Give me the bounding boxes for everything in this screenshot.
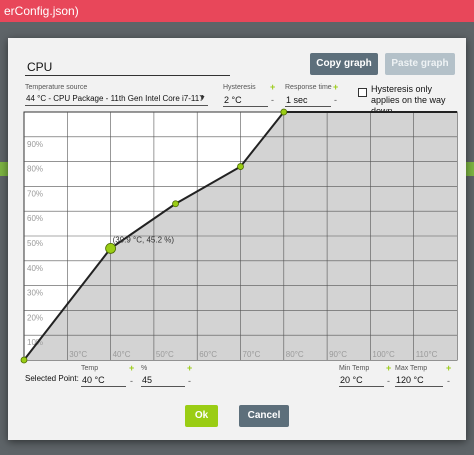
fan-curve-graph[interactable]: 90%80%70%60%50%40%30%20%10%30°C 40°C 50°C 6…	[20, 108, 458, 364]
selected-temp-decrement-button[interactable]: -	[130, 376, 133, 386]
response-time-field[interactable]: 1 sec	[285, 94, 331, 107]
y-tick-label: 60%	[27, 214, 43, 223]
window-title: erConfig.json)	[4, 4, 79, 18]
hysteresis-decrement-button[interactable]: -	[271, 95, 274, 105]
response-time-label: Response time	[285, 84, 332, 91]
y-tick-label: 90%	[27, 140, 43, 149]
selected-point-tooltip: (39.9 °C, 45.2 %)	[113, 235, 175, 244]
min-temp-value: 20 °C	[340, 375, 363, 385]
curve-name-input[interactable]	[25, 58, 230, 76]
background-accent-right	[466, 162, 474, 176]
hysteresis-value: 2 °C	[224, 95, 242, 105]
min-temp-increment-button[interactable]: +	[386, 363, 391, 373]
fan-curve-dialog: Copy graph Paste graph Temperature sourc…	[8, 38, 466, 440]
x-tick-label: 110°C	[416, 350, 438, 359]
y-tick-label: 80%	[27, 165, 43, 174]
min-temp-label: Min Temp	[339, 365, 370, 372]
ok-button[interactable]: Ok	[185, 405, 218, 427]
temp-source-select[interactable]: 44 °C - CPU Package - 11th Gen Intel Cor…	[25, 93, 208, 106]
min-temp-field[interactable]: 20 °C	[339, 374, 384, 387]
selected-pct-increment-button[interactable]: +	[187, 363, 192, 373]
copy-graph-button[interactable]: Copy graph	[310, 53, 378, 75]
hysteresis-down-checkbox[interactable]	[358, 88, 367, 97]
selected-temp-value: 40 °C	[82, 375, 105, 385]
selected-pct-decrement-button[interactable]: -	[188, 376, 191, 386]
title-bar: erConfig.json)	[0, 0, 474, 22]
curve-point[interactable]	[237, 163, 244, 170]
x-tick-label: 50°C	[156, 350, 174, 359]
hysteresis-field[interactable]: 2 °C	[223, 94, 268, 107]
response-time-decrement-button[interactable]: -	[334, 95, 337, 105]
max-temp-value: 120 °C	[396, 375, 424, 385]
max-temp-increment-button[interactable]: +	[446, 363, 451, 373]
selected-point-label: Selected Point:	[25, 374, 79, 383]
selected-pct-field[interactable]: 45	[141, 374, 185, 387]
min-temp-decrement-button[interactable]: -	[387, 376, 390, 386]
max-temp-label: Max Temp	[395, 365, 428, 372]
x-tick-label: 70°C	[243, 350, 261, 359]
selected-temp-label: Temp	[81, 365, 99, 372]
chevron-down-icon[interactable]: ▼	[199, 95, 206, 102]
hysteresis-label: Hysteresis	[223, 84, 256, 91]
x-tick-label: 90°C	[329, 350, 347, 359]
x-tick-label: 60°C	[199, 350, 217, 359]
response-time-increment-button[interactable]: +	[333, 82, 338, 92]
curve-point[interactable]	[172, 200, 179, 208]
selected-temp-increment-button[interactable]: +	[129, 363, 134, 373]
x-tick-label: 80°C	[286, 350, 304, 359]
curve-point[interactable]	[20, 356, 28, 364]
temp-source-value: 44 °C - CPU Package - 11th Gen Intel Cor…	[26, 94, 204, 103]
cancel-button[interactable]: Cancel	[239, 405, 289, 427]
selected-temp-field[interactable]: 40 °C	[81, 374, 126, 387]
curve-point[interactable]	[280, 108, 288, 116]
selected-pct-value: 45	[142, 375, 153, 385]
y-tick-label: 20%	[27, 313, 43, 322]
temp-source-label: Temperature source	[25, 84, 88, 91]
response-time-value: 1 sec	[286, 95, 308, 105]
y-tick-label: 70%	[27, 189, 43, 198]
x-tick-label: 100°C	[372, 350, 395, 359]
y-tick-label: 40%	[27, 264, 43, 273]
selected-curve-point[interactable]	[105, 242, 116, 254]
paste-graph-button[interactable]: Paste graph	[385, 53, 455, 75]
max-temp-decrement-button[interactable]: -	[447, 376, 450, 386]
y-tick-label: 30%	[27, 289, 43, 298]
y-tick-label: 50%	[27, 239, 43, 248]
x-tick-label: 40°C	[113, 350, 131, 359]
background-accent-left	[0, 162, 8, 176]
hysteresis-increment-button[interactable]: +	[270, 82, 275, 92]
max-temp-field[interactable]: 120 °C	[395, 374, 443, 387]
x-tick-label: 30°C	[69, 350, 87, 359]
selected-pct-label: %	[141, 365, 148, 372]
